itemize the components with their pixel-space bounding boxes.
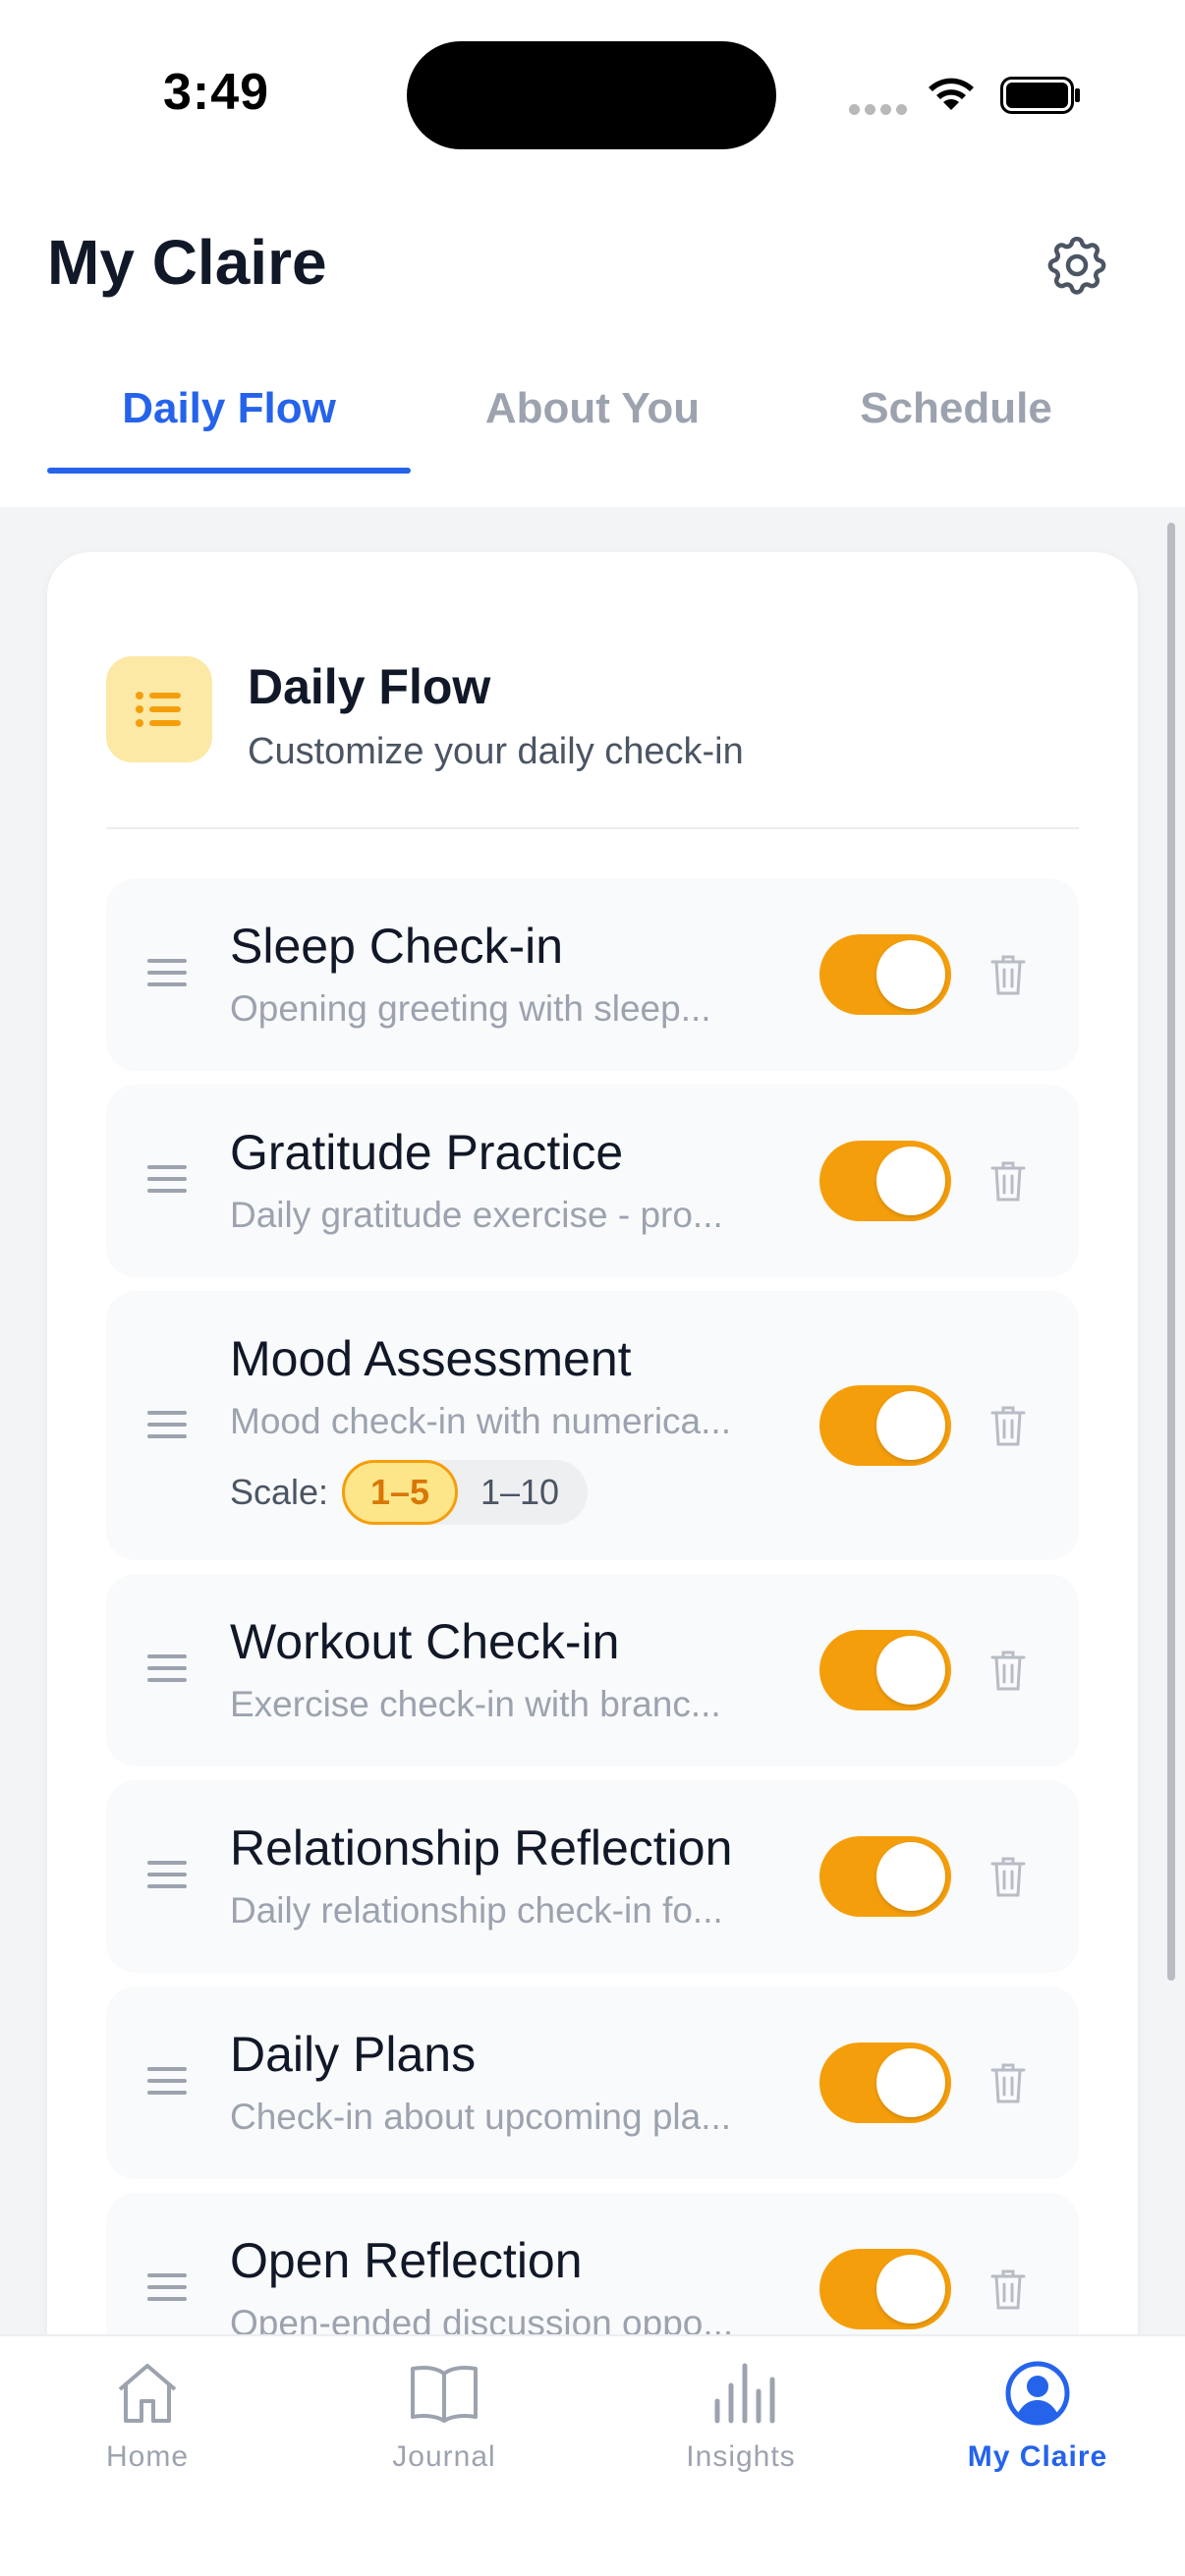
tab-daily-flow[interactable]: Daily Flow xyxy=(47,373,411,472)
scale-segmented-control: 1–5 1–10 xyxy=(342,1460,588,1525)
scale-label: Scale: xyxy=(230,1472,329,1512)
drag-handle-icon[interactable] xyxy=(147,959,187,986)
page-title: My Claire xyxy=(47,227,327,298)
trash-icon[interactable] xyxy=(988,1648,1028,1693)
battery-icon xyxy=(1000,77,1080,114)
item-toggle[interactable] xyxy=(819,934,951,1015)
card-title: Daily Flow xyxy=(248,659,491,714)
nav-label: Journal xyxy=(392,2440,496,2473)
scale-option-1-5[interactable]: 1–5 xyxy=(342,1460,458,1525)
cellular-signal-icon xyxy=(849,102,912,120)
daily-flow-card: Daily Flow Customize your daily check-in… xyxy=(47,552,1138,2334)
profile-icon xyxy=(1005,2361,1070,2426)
dynamic-island xyxy=(407,41,776,149)
scrollbar[interactable] xyxy=(1167,523,1175,1981)
tab-schedule[interactable]: Schedule xyxy=(774,373,1138,472)
item-toggle[interactable] xyxy=(819,2043,951,2123)
item-description: Open-ended discussion oppo... xyxy=(230,2303,734,2334)
nav-label: My Claire xyxy=(967,2440,1108,2473)
flow-item-relationship-reflection[interactable]: Relationship Reflection Daily relationsh… xyxy=(106,1780,1079,1973)
card-subtitle: Customize your daily check-in xyxy=(248,731,744,772)
nav-item-insights[interactable]: Insights xyxy=(593,2356,888,2474)
nav-item-home[interactable]: Home xyxy=(0,2356,295,2474)
home-icon xyxy=(118,2364,177,2423)
active-tab-indicator xyxy=(47,468,411,474)
nav-item-journal[interactable]: Journal xyxy=(297,2356,592,2474)
drag-handle-icon[interactable] xyxy=(147,1165,187,1193)
item-description: Opening greeting with sleep... xyxy=(230,988,711,1029)
bottom-nav: Home Journal Insights My Claire xyxy=(0,2334,1185,2576)
status-time: 3:49 xyxy=(163,64,270,121)
nav-item-my-claire[interactable]: My Claire xyxy=(890,2356,1185,2474)
trash-icon[interactable] xyxy=(988,1854,1028,1899)
item-title: Daily Plans xyxy=(230,2027,477,2082)
item-description: Mood check-in with numerica... xyxy=(230,1401,731,1441)
drag-handle-icon[interactable] xyxy=(147,1654,187,1682)
book-icon xyxy=(411,2366,478,2423)
trash-icon[interactable] xyxy=(988,952,1028,997)
item-title: Relationship Reflection xyxy=(230,1820,733,1876)
bar-chart-icon xyxy=(714,2363,775,2424)
item-toggle[interactable] xyxy=(819,1141,951,1221)
item-title: Gratitude Practice xyxy=(230,1125,624,1180)
flow-item-daily-plans[interactable]: Daily Plans Check-in about upcoming pla.… xyxy=(106,1987,1079,2179)
content-area[interactable]: Daily Flow Customize your daily check-in… xyxy=(0,507,1185,2334)
item-toggle[interactable] xyxy=(819,1836,951,1917)
nav-label: Insights xyxy=(686,2440,796,2473)
list-icon xyxy=(106,656,212,762)
nav-label: Home xyxy=(105,2440,190,2473)
item-title: Workout Check-in xyxy=(230,1614,620,1669)
gear-icon[interactable] xyxy=(1042,230,1112,301)
drag-handle-icon[interactable] xyxy=(147,2067,187,2095)
item-toggle[interactable] xyxy=(819,2249,951,2329)
trash-icon[interactable] xyxy=(988,1158,1028,1204)
item-description: Daily relationship check-in fo... xyxy=(230,1890,723,1931)
drag-handle-icon[interactable] xyxy=(147,2273,187,2301)
drag-handle-icon[interactable] xyxy=(147,1861,187,1888)
item-toggle[interactable] xyxy=(819,1630,951,1710)
flow-item-sleep-check-in[interactable]: Sleep Check-in Opening greeting with sle… xyxy=(106,878,1079,1071)
flow-item-open-reflection[interactable]: Open Reflection Open-ended discussion op… xyxy=(106,2193,1079,2334)
flow-item-gratitude-practice[interactable]: Gratitude Practice Daily gratitude exerc… xyxy=(106,1085,1079,1277)
flow-item-mood-assessment[interactable]: Mood Assessment Mood check-in with numer… xyxy=(106,1291,1079,1560)
wifi-icon xyxy=(929,78,974,110)
flow-item-workout-check-in[interactable]: Workout Check-in Exercise check-in with … xyxy=(106,1574,1079,1766)
divider xyxy=(106,827,1079,829)
item-title: Mood Assessment xyxy=(230,1331,632,1386)
item-description: Exercise check-in with branc... xyxy=(230,1684,721,1724)
trash-icon[interactable] xyxy=(988,1403,1028,1448)
scale-option-1-10[interactable]: 1–10 xyxy=(462,1460,578,1525)
item-description: Check-in about upcoming pla... xyxy=(230,2097,732,2137)
status-bar: 3:49 xyxy=(0,0,1185,177)
item-toggle[interactable] xyxy=(819,1385,951,1466)
drag-handle-icon[interactable] xyxy=(147,1411,187,1438)
tab-about-you[interactable]: About You xyxy=(411,373,774,472)
item-title: Open Reflection xyxy=(230,2233,583,2288)
tab-bar: Daily Flow About You Schedule xyxy=(47,373,1138,476)
item-title: Sleep Check-in xyxy=(230,919,564,974)
trash-icon[interactable] xyxy=(988,2060,1028,2105)
item-description: Daily gratitude exercise - pro... xyxy=(230,1195,723,1235)
trash-icon[interactable] xyxy=(988,2267,1028,2312)
